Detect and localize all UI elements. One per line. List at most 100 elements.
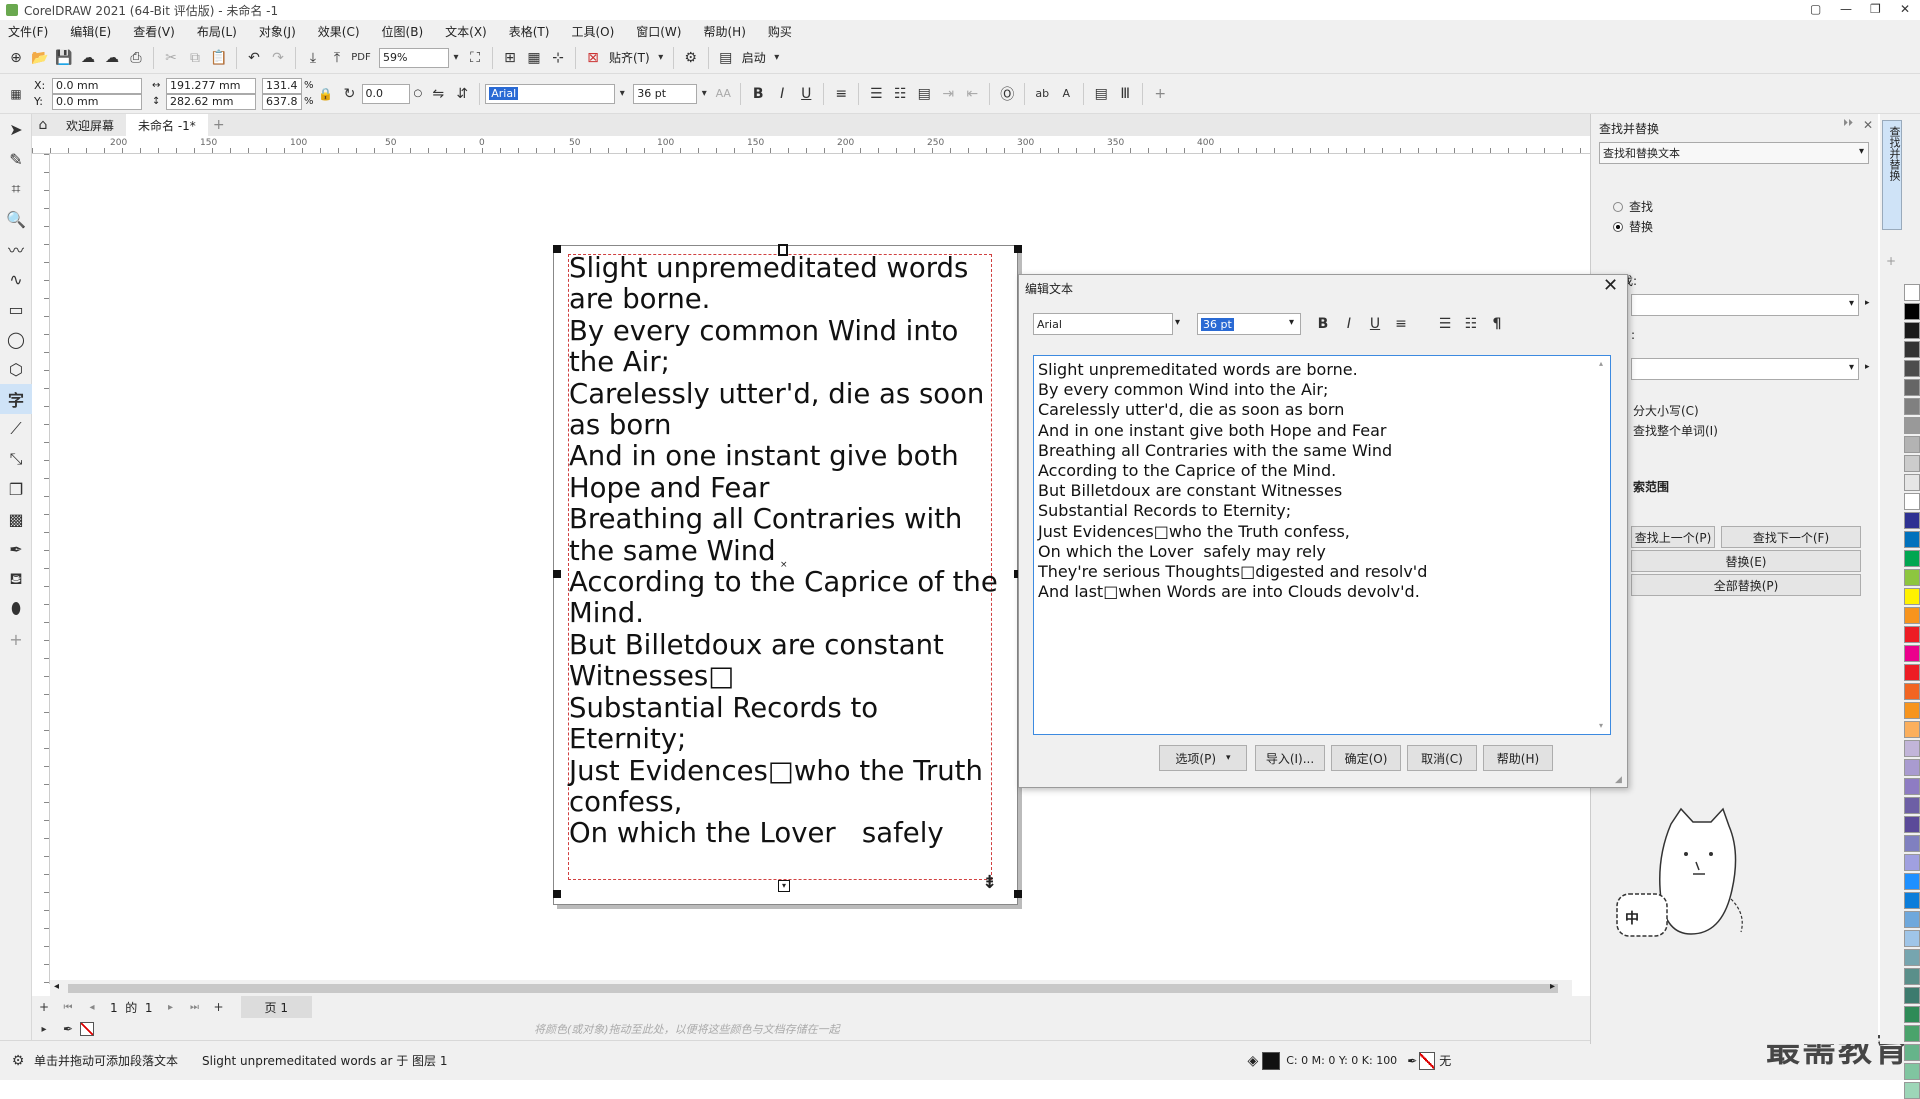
color-swatch[interactable] [1904, 303, 1920, 320]
add-page-end-icon[interactable]: + [207, 995, 231, 1019]
numbered-list-icon[interactable]: ☷ [1459, 312, 1483, 336]
color-swatch[interactable] [1904, 379, 1920, 396]
color-swatch[interactable] [1904, 588, 1920, 605]
scroll-left-icon[interactable]: ◂ [54, 981, 59, 992]
chevron-down-icon[interactable]: ▾ [654, 46, 668, 70]
tab-untitled-document[interactable]: 未命名 -1* [126, 114, 208, 136]
scale-width-input[interactable]: 131.4 [262, 77, 302, 94]
x-position-input[interactable]: 0.0 mm [52, 77, 142, 94]
scrollbar-thumb[interactable] [68, 984, 1558, 993]
close-button[interactable]: ✕ [1900, 2, 1910, 16]
redo-icon[interactable]: ↷ [266, 46, 290, 70]
link-frame-icon[interactable]: ⇟ [982, 872, 997, 893]
drop-shadow-icon[interactable]: ❐ [0, 474, 32, 504]
paste-icon[interactable]: 📋 [207, 46, 231, 70]
whole-word-checkbox[interactable]: 查找整个单词(I) [1633, 422, 1718, 439]
scroll-up-icon[interactable]: ▴ [1599, 359, 1603, 368]
color-swatch[interactable] [1904, 1006, 1920, 1023]
previous-page-icon[interactable]: ◂ [80, 995, 104, 1019]
open-icon[interactable]: 📂 [28, 46, 52, 70]
menu-bitmaps[interactable]: 位图(B) [382, 23, 424, 40]
y-position-input[interactable]: 0.0 mm [52, 93, 142, 110]
cut-icon[interactable]: ✂ [159, 46, 183, 70]
find-input[interactable] [1631, 294, 1859, 316]
edit-text-icon[interactable]: ab [1030, 82, 1054, 106]
rectangle-tool-icon[interactable]: ▭ [0, 294, 32, 324]
align-icon[interactable]: ≡ [1389, 312, 1413, 336]
top-tab-handle[interactable] [778, 244, 788, 256]
color-swatch[interactable] [1904, 607, 1920, 624]
font-list-select[interactable]: Arial [485, 83, 616, 104]
rulers-icon[interactable]: ⊞ [498, 46, 522, 70]
color-swatch[interactable] [1904, 550, 1920, 567]
add-docker-icon[interactable]: + [1886, 254, 1896, 268]
tab-page-1[interactable]: 页 1 [240, 995, 312, 1019]
object-origin-icon[interactable]: ▦ [4, 82, 28, 106]
color-swatch[interactable] [1904, 626, 1920, 643]
match-case-checkbox[interactable]: 分大小写(C) [1633, 402, 1699, 419]
opentype-icon[interactable]: Ⓞ [995, 82, 1019, 106]
bottom-tab-handle[interactable]: ▾ [778, 880, 790, 892]
chevron-down-icon[interactable]: ▾ [1849, 298, 1854, 309]
numbered-list-icon[interactable]: ☷ [888, 82, 912, 106]
vertical-ruler[interactable] [32, 154, 50, 984]
pick-tool-icon[interactable]: ➤ [0, 114, 32, 144]
smart-fill-icon[interactable]: ⬮ [0, 594, 32, 624]
last-page-icon[interactable]: ⏭ [183, 995, 207, 1019]
add-page-icon[interactable]: + [32, 995, 56, 1019]
rotation-input[interactable]: 0.0 [361, 83, 410, 104]
color-swatch[interactable] [1904, 341, 1920, 358]
menu-effects[interactable]: 效果(C) [318, 23, 360, 40]
horizontal-text-icon[interactable]: ▤ [1089, 82, 1113, 106]
radio-replace[interactable]: 替换 [1613, 218, 1653, 235]
minimize-button[interactable]: — [1840, 2, 1852, 16]
shape-tool-icon[interactable]: ✎ [0, 144, 32, 174]
menu-help[interactable]: 帮助(H) [703, 23, 745, 40]
add-tool-icon[interactable]: + [0, 624, 32, 654]
dialog-close-button[interactable]: ✕ [1603, 275, 1618, 296]
snap-to-menu[interactable]: 贴齐(T) [609, 49, 650, 66]
docker-expand-icon[interactable]: ⏵⏵ [1843, 118, 1853, 129]
color-swatch[interactable] [1904, 1082, 1920, 1099]
color-swatch[interactable] [1904, 455, 1920, 472]
snap-off-icon[interactable]: ⊠ [581, 46, 605, 70]
paragraph-text[interactable]: Slight unpremeditated words are borne. By … [569, 252, 999, 850]
chevron-down-icon[interactable]: ▾ [1849, 362, 1854, 373]
chevron-down-icon[interactable]: ▾ [449, 46, 463, 70]
import-button[interactable]: 导入(I)... [1255, 745, 1325, 771]
selection-handle[interactable] [1014, 245, 1022, 253]
no-color-swatch[interactable] [80, 1022, 94, 1036]
pdf-icon[interactable]: PDF [349, 46, 373, 70]
add-icon[interactable]: + [1148, 82, 1172, 106]
underline-icon[interactable]: U [794, 82, 818, 106]
full-screen-icon[interactable]: ⛶ [463, 46, 487, 70]
color-swatch[interactable] [1904, 740, 1920, 757]
color-swatch[interactable] [1904, 1044, 1920, 1061]
find-arrow-icon[interactable]: ▸ [1865, 298, 1870, 308]
text-align-icon[interactable]: ≡ [829, 82, 853, 106]
home-icon[interactable]: ⌂ [32, 114, 54, 136]
color-swatch[interactable] [1904, 1063, 1920, 1080]
horizontal-scrollbar[interactable]: ◂ ▸ [50, 980, 1572, 996]
rotate-icon[interactable]: ↻ [338, 82, 362, 106]
selection-handle[interactable] [1014, 890, 1022, 898]
italic-icon[interactable]: I [1337, 312, 1361, 336]
gear-icon[interactable]: ⚙ [679, 46, 703, 70]
color-swatch[interactable] [1904, 512, 1920, 529]
replace-button[interactable]: 替换(E) [1631, 550, 1861, 572]
next-page-icon[interactable]: ▸ [159, 995, 183, 1019]
mirror-horizontal-icon[interactable]: ⇋ [426, 82, 450, 106]
color-swatch[interactable] [1904, 797, 1920, 814]
radio-find[interactable]: 查找 [1613, 198, 1653, 215]
ellipse-tool-icon[interactable]: ◯ [0, 324, 32, 354]
text-tool-icon[interactable]: 字 [0, 384, 32, 414]
chevron-down-icon[interactable]: ▾ [1289, 317, 1294, 328]
color-swatch[interactable] [1904, 493, 1920, 510]
replace-input[interactable] [1631, 358, 1859, 380]
tab-welcome-screen[interactable]: 欢迎屏幕 [54, 114, 127, 136]
bullet-list-icon[interactable]: ☰ [1433, 312, 1457, 336]
freehand-tool-icon[interactable]: 〰 [0, 234, 32, 264]
color-swatch[interactable] [1904, 816, 1920, 833]
color-swatch[interactable] [1904, 569, 1920, 586]
vertical-text-icon[interactable]: Ⅲ [1113, 82, 1137, 106]
